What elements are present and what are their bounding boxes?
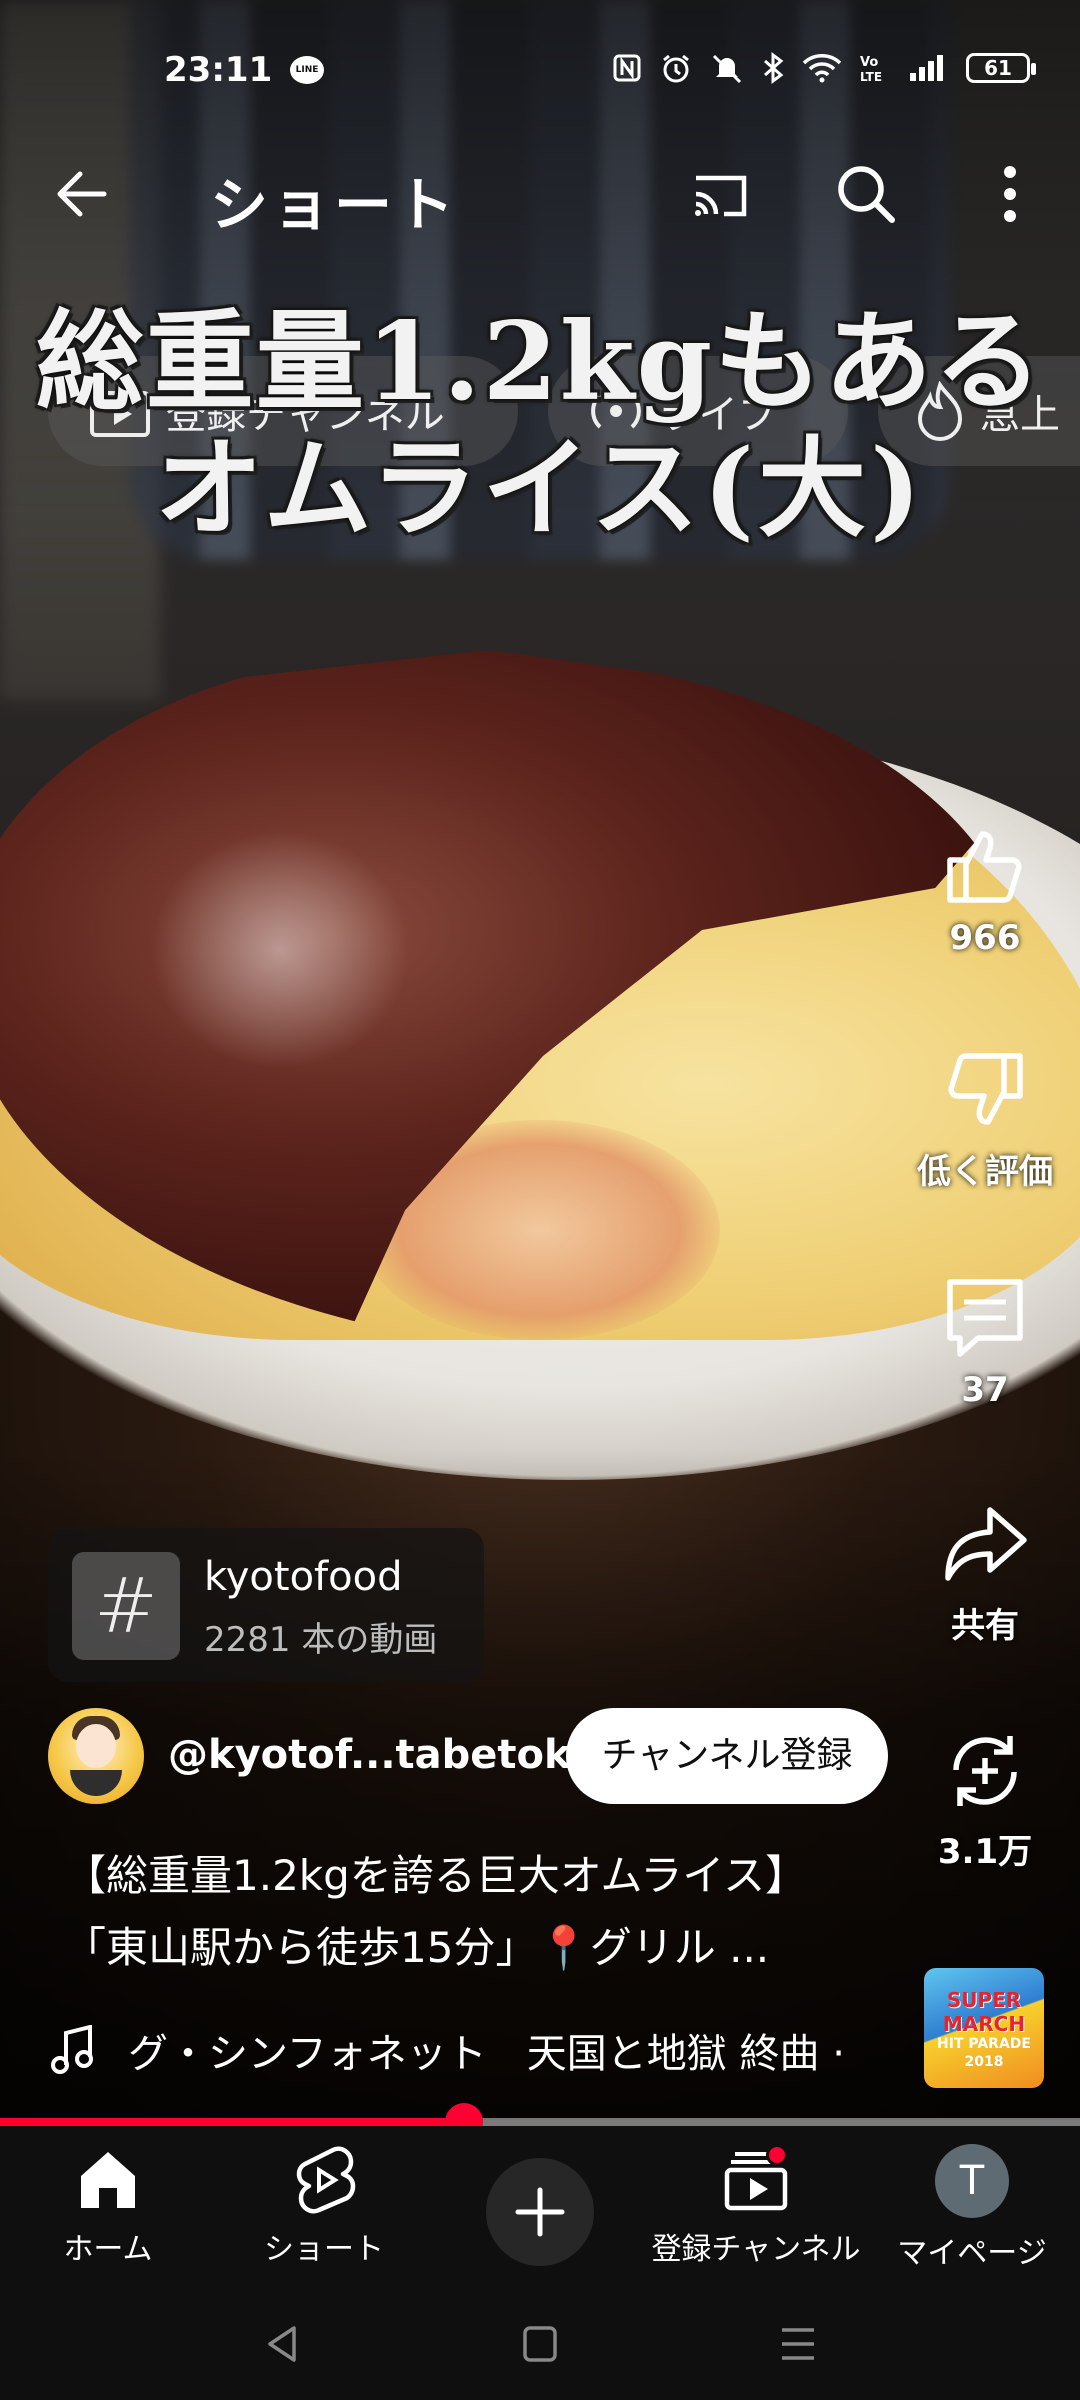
status-bar: 23:11 LINE Vo LTE 61 [0,0,1080,140]
status-time: 23:11 [164,50,273,90]
music-title: グ・シンフォネット 天国と地獄 終曲 · [128,2031,845,2077]
line-notification-icon: LINE [290,56,324,84]
alarm-icon [663,54,689,83]
video-description[interactable]: 【総重量1.2kgを誇る巨大オムライス】 「東山駅から徒歩15分」📍グリル ..… [64,1840,884,1984]
volte-icon: VoLTE [860,55,882,83]
comments-button[interactable]: 37 [900,1272,1070,1410]
caption-line-1: 総重量1.2kgもある [35,299,1045,425]
thumbs-up-icon [947,831,1022,903]
new-content-dot [766,2144,788,2166]
system-navigation [0,2292,1080,2400]
video-caption: 総重量1.2kgもある オムライス(大) [0,300,1080,554]
system-home-icon[interactable] [520,2322,560,2366]
progress-fill [0,2118,465,2126]
dislike-button[interactable]: 低く評価 [900,1046,1070,1193]
account-avatar: T [935,2144,1009,2218]
plus-icon [515,2187,565,2237]
album-text-1: SUPER [946,1988,1022,2012]
svg-text:Vo: Vo [860,55,878,70]
back-arrow-icon[interactable] [46,158,118,230]
page-title: ショート [210,171,459,239]
bluetooth-icon [764,52,784,84]
remix-button[interactable]: 3.1万 [900,1726,1070,1873]
music-note-icon [51,2025,93,2074]
like-count: 966 [949,918,1021,958]
create-button[interactable] [486,2158,594,2266]
hashtag-name: kyotofood [204,1554,403,1600]
search-icon[interactable] [830,158,902,230]
bottom-navigation: ホーム ショート 登録チャンネル T マイページ [0,2126,1080,2292]
nav-shorts[interactable]: ショート [216,2126,432,2292]
dislike-label: 低く評価 [917,1152,1053,1192]
avatar-bowl [70,1770,122,1796]
more-options-icon[interactable] [990,158,1030,230]
share-label: 共有 [951,1606,1019,1646]
nav-label: 登録チャンネル [651,2232,861,2267]
music-row[interactable]: グ・シンフォネット 天国と地獄 終曲 · [50,2020,890,2080]
nav-mypage[interactable]: T マイページ [864,2126,1080,2292]
thumbs-down-icon [948,1053,1023,1125]
cast-icon[interactable] [686,162,754,230]
comment-icon [947,1279,1023,1357]
nav-label: マイページ [897,2236,1047,2271]
system-recents-icon[interactable] [778,2322,818,2366]
nav-label: ホーム [63,2232,153,2267]
nav-home[interactable]: ホーム [0,2126,216,2292]
home-icon [81,2152,135,2208]
like-button[interactable]: 966 [900,820,1070,958]
album-art[interactable]: SUPER MARCH HIT PARADE 2018 [924,1968,1044,2088]
wifi-icon [802,54,842,83]
channel-avatar[interactable] [48,1708,144,1804]
nav-subscriptions[interactable]: 登録チャンネル [648,2126,864,2292]
subscribe-button[interactable]: チャンネル登録 [566,1708,888,1804]
hashtag-card[interactable]: # kyotofood 2281 本の動画 [48,1528,484,1682]
comments-count: 37 [961,1370,1009,1410]
app-bar: ショート [0,140,1080,250]
remix-icon [953,1736,1017,1806]
share-icon [945,1507,1027,1581]
system-icons: Vo LTE 61 [612,52,1036,84]
signal-icon [910,55,943,81]
description-line-1: 【総重量1.2kgを誇る巨大オムライス】 [64,1851,808,1900]
caption-line-2: オムライス(大) [154,426,926,552]
hashtag-icon: # [72,1552,180,1660]
album-text-4: 2018 [964,2054,1004,2070]
nav-label: ショート [264,2232,384,2267]
video-progress-bar[interactable] [0,2103,1080,2141]
sauce-highlight [140,820,420,1080]
hashtag-video-count: 2281 本の動画 [204,1620,438,1660]
mute-icon [712,54,742,84]
avatar-face [76,1724,116,1768]
album-text-3: HIT PARADE [937,2036,1031,2052]
battery-icon: 61 [966,53,1036,83]
description-line-2: 「東山駅から徒歩15分」📍グリル ... [64,1923,770,1972]
system-back-icon[interactable] [262,2322,302,2366]
nfc-icon [613,54,641,82]
channel-handle[interactable]: @kyotof...tabetoku [168,1732,599,1778]
share-button[interactable]: 共有 [900,1500,1070,1647]
album-text-2: MARCH [942,2012,1026,2036]
remix-count: 3.1万 [937,1832,1033,1872]
svg-text:LTE: LTE [860,70,882,83]
shorts-icon [296,2146,356,2214]
